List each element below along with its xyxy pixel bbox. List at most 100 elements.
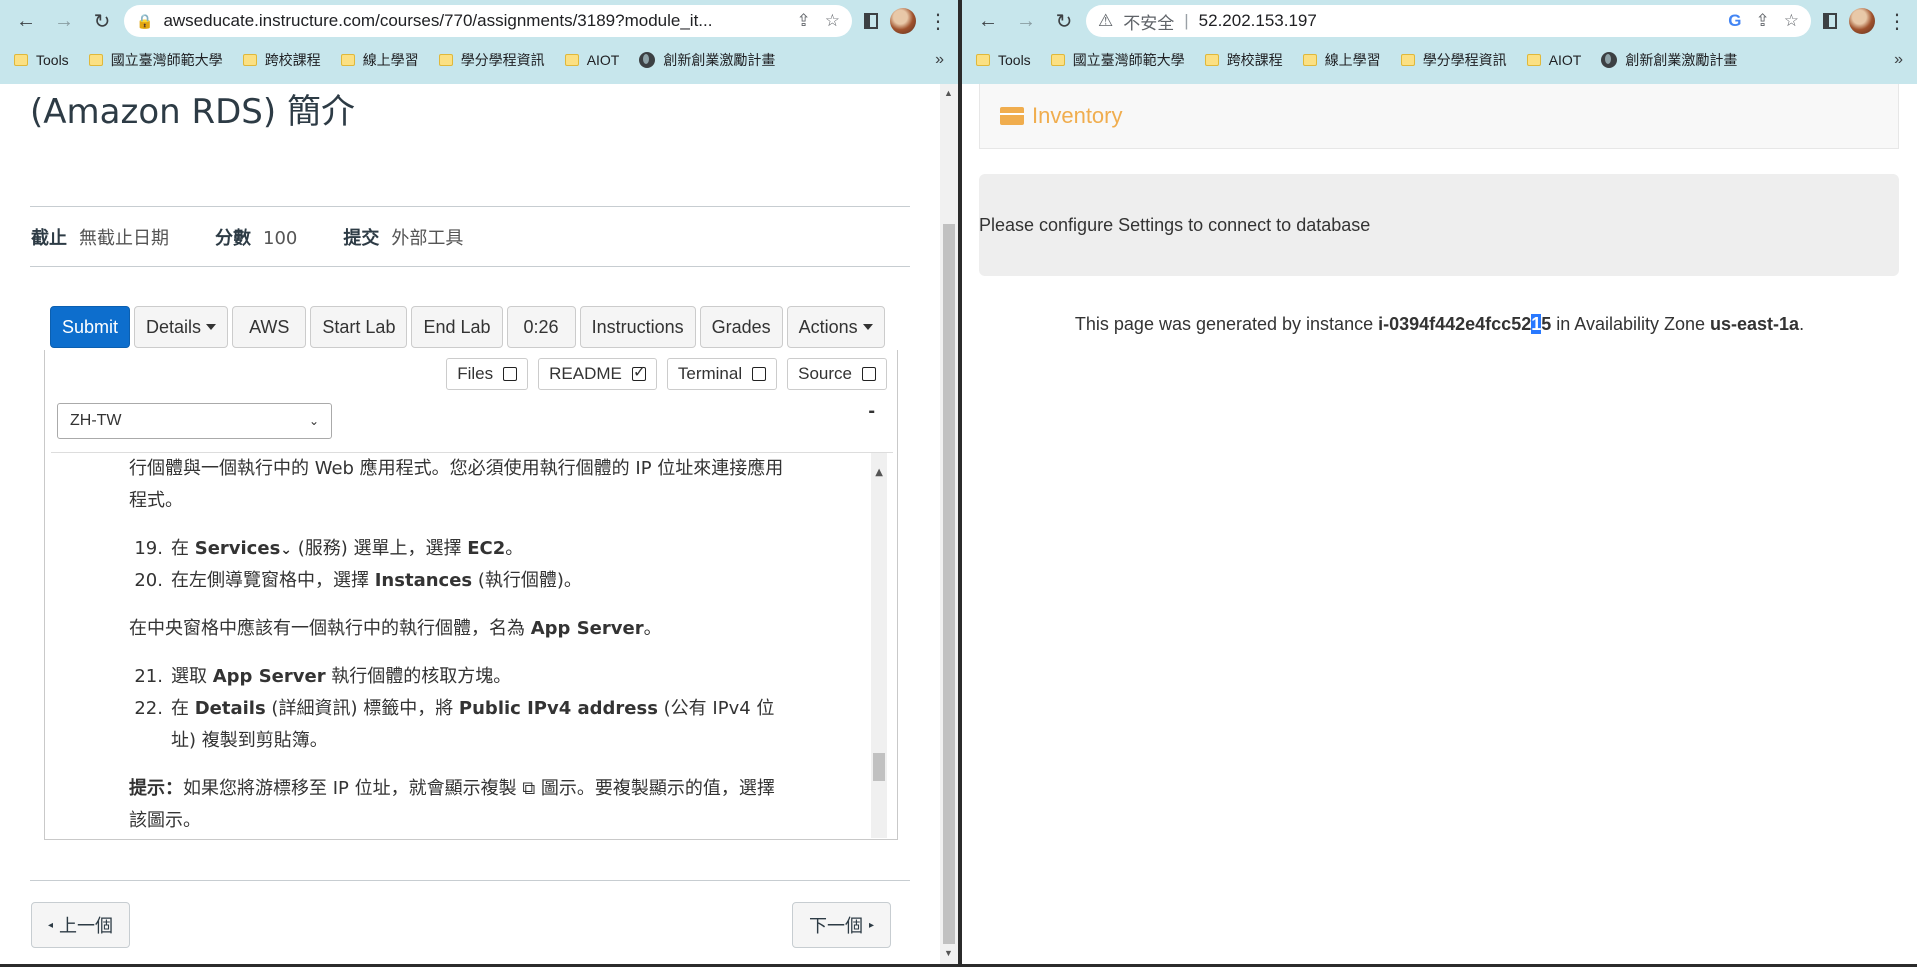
instance-footer: This page was generated by instance i-03… (962, 314, 1917, 335)
readme-paragraph: 行個體與一個執行中的 Web 應用程式。您必須使用執行個體的 IP 位址來連接應… (129, 458, 784, 511)
checkbox-unchecked-icon[interactable] (503, 367, 518, 381)
checkbox-unchecked-icon[interactable] (862, 367, 876, 381)
list-item: 21. 選取 App Server 執行個體的核取方塊。 (129, 661, 789, 693)
due-info: 截止 無截止日期 (31, 224, 169, 250)
bold-text: App Server (212, 666, 326, 687)
source-toggle[interactable]: Source (787, 358, 887, 390)
text: 執行個體的核取方塊。 (325, 666, 512, 687)
divider (30, 266, 910, 267)
list-item: 19. 在 Services⌄ (服務) 選單上，選擇 EC2。 (129, 533, 789, 566)
page-scrollbar[interactable]: ▲ ▼ (940, 84, 958, 964)
readme-toggle[interactable]: README (538, 358, 657, 390)
step-number: 22. (134, 698, 163, 719)
url-text: 52.202.153.197 (1198, 11, 1317, 30)
bookmark-star-icon[interactable]: ☆ (1784, 11, 1799, 31)
menu-kebab-icon[interactable]: ⋮ (928, 9, 948, 34)
bookmark-tools[interactable]: Tools (14, 52, 69, 68)
folder-icon (438, 54, 453, 66)
bookmark-label: 線上學習 (362, 52, 419, 68)
text: in Availability Zone (1551, 314, 1711, 334)
bookmark-label: 創新創業激勵計畫 (1625, 52, 1738, 68)
folder-icon (242, 54, 257, 66)
avatar[interactable] (890, 8, 916, 34)
bold-text: Services (194, 538, 281, 559)
tip-paragraph: 提示：如果您將游標移至 IP 位址，就會顯示複製 ⧉ 圖示。要複製顯示的值，選擇… (129, 773, 789, 837)
lock-icon: 🔒 (136, 12, 154, 29)
scroll-up-icon[interactable]: ▲ (875, 457, 883, 489)
bookmark-innovation[interactable]: 創新創業激勵計畫 (639, 50, 775, 70)
menu-kebab-icon[interactable]: ⋮ (1887, 9, 1907, 34)
language-select[interactable]: ZH-TW ⌄ (57, 403, 332, 439)
text: 。 (643, 618, 662, 639)
bookmark-ntnu[interactable]: 國立臺灣師範大學 (1050, 50, 1185, 70)
readme-scroll-thumb[interactable] (873, 753, 885, 781)
bookmark-online[interactable]: 線上學習 (1302, 50, 1381, 70)
due-label: 截止 (31, 228, 67, 249)
next-button[interactable]: 下一個 ▸ (792, 902, 892, 948)
bookmark-innovation[interactable]: 創新創業激勵計畫 (1601, 50, 1737, 70)
details-dropdown[interactable]: Details (134, 306, 229, 348)
google-translate-icon[interactable]: G (1728, 11, 1741, 31)
end-lab-button[interactable]: End Lab (411, 306, 503, 348)
bookmark-aiot[interactable]: AIOT (564, 52, 619, 68)
share-icon[interactable]: ⇪ (797, 11, 811, 31)
collapse-button[interactable]: - (868, 400, 875, 423)
reload-icon[interactable]: ↻ (1048, 5, 1080, 37)
bookmark-star-icon[interactable]: ☆ (825, 11, 840, 31)
submit-button[interactable]: Submit (50, 306, 131, 348)
checkbox-unchecked-icon[interactable] (752, 367, 767, 381)
address-bar[interactable]: ⚠ 不安全 | 52.202.153.197 G ⇪ ☆ (1086, 5, 1811, 37)
scroll-down-icon[interactable]: ▼ (944, 948, 953, 958)
lab-toolbar: Submit Details AWS Start Lab End Lab 0:2… (50, 306, 885, 348)
back-icon[interactable]: ← (10, 5, 42, 37)
inventory-page: Inventory Please configure Settings to c… (962, 84, 1917, 964)
side-panel-icon[interactable] (864, 13, 878, 29)
submission-info: 提交 外部工具 (343, 224, 463, 250)
bookmark-label: 學分學程資訊 (460, 52, 545, 68)
instructions-button[interactable]: Instructions (579, 306, 696, 348)
step-number: 20. (134, 570, 163, 591)
scroll-up-icon[interactable]: ▲ (944, 88, 953, 98)
bold-text: Instances (374, 570, 473, 591)
actions-dropdown[interactable]: Actions (786, 306, 885, 348)
step-number: 19. (134, 538, 163, 559)
bookmark-tools[interactable]: Tools (976, 52, 1031, 68)
bold-text: App Server (530, 618, 644, 639)
prev-button[interactable]: ◂ 上一個 (31, 902, 131, 948)
brand-link[interactable]: Inventory (1032, 103, 1123, 129)
forward-icon[interactable]: → (48, 5, 80, 37)
availability-zone: us-east-1a (1710, 314, 1800, 334)
bookmark-online[interactable]: 線上學習 (340, 50, 419, 70)
bookmarks-overflow-icon[interactable]: » (935, 51, 944, 69)
start-lab-button[interactable]: Start Lab (310, 306, 408, 348)
browser-chrome: ← → ↻ ⚠ 不安全 | 52.202.153.197 G ⇪ ☆ ⋮ Too… (962, 0, 1917, 84)
bookmark-cross-school[interactable]: 跨校課程 (242, 50, 321, 70)
aws-button[interactable]: AWS (232, 306, 307, 348)
lab-timer: 0:26 (506, 306, 576, 348)
bookmark-credit[interactable]: 學分學程資訊 (438, 50, 545, 70)
checkbox-checked-icon[interactable] (631, 362, 646, 382)
bookmark-label: 學分學程資訊 (1422, 52, 1507, 68)
page-scroll-thumb[interactable] (943, 224, 955, 944)
warning-icon: ⚠ (1098, 11, 1114, 30)
back-icon[interactable]: ← (972, 5, 1004, 37)
bookmarks-overflow-icon[interactable]: » (1894, 51, 1903, 69)
reload-icon[interactable]: ↻ (86, 5, 118, 37)
address-bar[interactable]: 🔒 awseducate.instructure.com/courses/770… (124, 5, 852, 37)
files-toggle[interactable]: Files (446, 358, 529, 390)
text: (服務) 選單上，選擇 (292, 538, 468, 559)
share-icon[interactable]: ⇪ (1756, 11, 1770, 31)
grades-button[interactable]: Grades (699, 306, 783, 348)
text: 如果您將游標移至 IP 位址，就會顯示複製 (183, 778, 523, 799)
terminal-toggle[interactable]: Terminal (666, 358, 778, 390)
divider (30, 880, 910, 881)
instance-id-suffix: 5 (1541, 314, 1552, 334)
avatar[interactable] (1849, 8, 1875, 34)
side-panel-icon[interactable] (1823, 13, 1837, 29)
bookmark-ntnu[interactable]: 國立臺灣師範大學 (88, 50, 223, 70)
folder-icon (1204, 54, 1219, 66)
bookmark-aiot[interactable]: AIOT (1526, 52, 1581, 68)
bookmark-cross-school[interactable]: 跨校課程 (1204, 50, 1283, 70)
bookmark-credit[interactable]: 學分學程資訊 (1400, 50, 1507, 70)
forward-icon[interactable]: → (1010, 5, 1042, 37)
